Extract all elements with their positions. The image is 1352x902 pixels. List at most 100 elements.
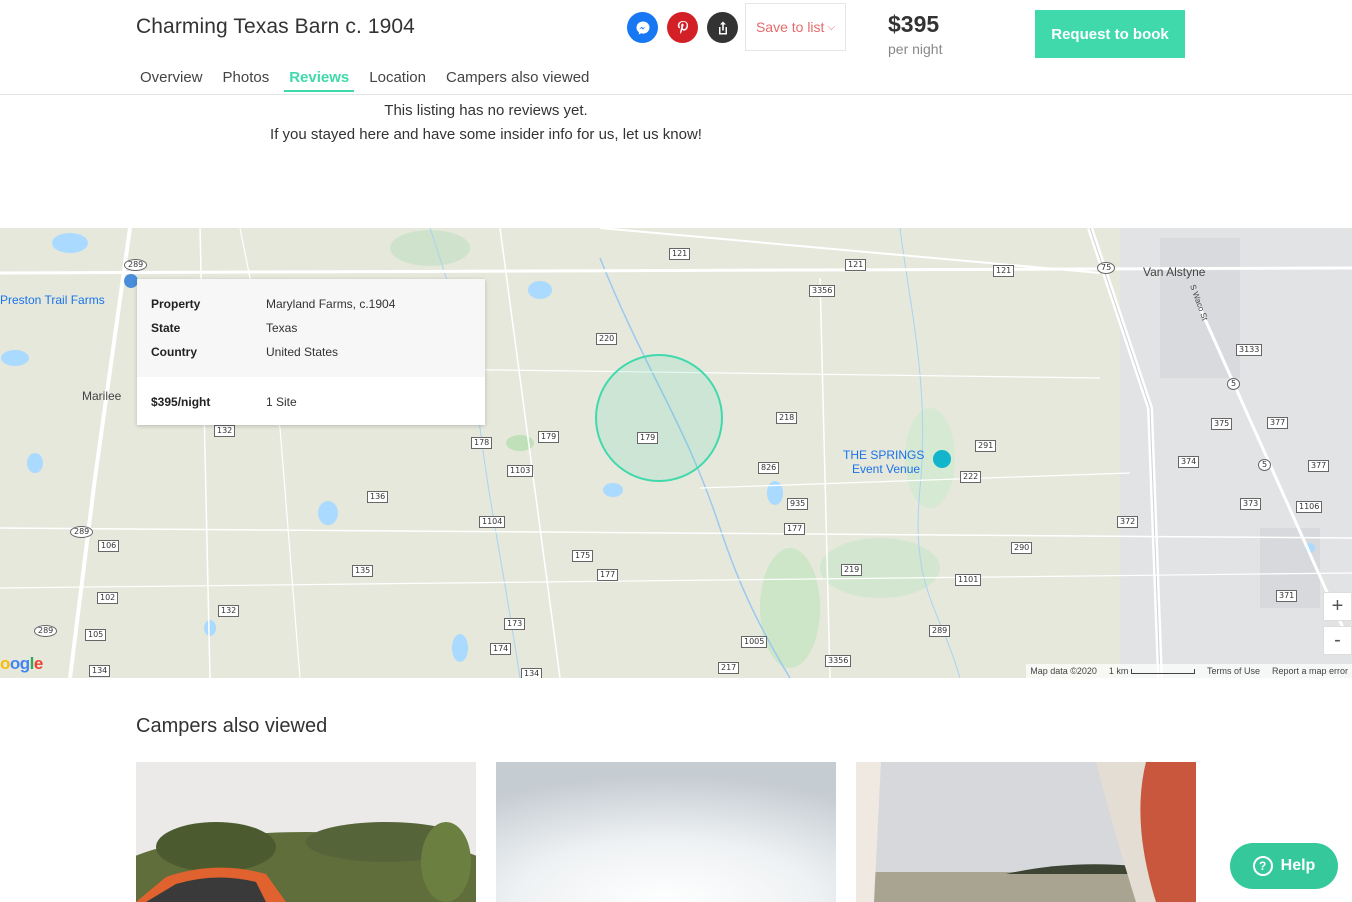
save-to-list-button[interactable]: Save to list ⌵ bbox=[745, 3, 846, 51]
pinterest-share-button[interactable] bbox=[667, 12, 698, 43]
request-to-book-button[interactable]: Request to book bbox=[1035, 10, 1185, 58]
no-reviews-message: This listing has no reviews yet. bbox=[384, 102, 588, 119]
price-unit: per night bbox=[888, 41, 943, 57]
route-shield: 375 bbox=[1211, 418, 1233, 430]
pinterest-icon bbox=[677, 20, 688, 34]
listing-photo bbox=[496, 762, 836, 902]
insider-info-prompt[interactable]: If you stayed here and have some insider… bbox=[0, 126, 972, 143]
route-shield: 290 bbox=[1011, 542, 1033, 554]
help-button[interactable]: ? Help bbox=[1230, 843, 1338, 889]
route-shield: 1106 bbox=[1296, 501, 1323, 513]
map-label-preston-trail-farms: Preston Trail Farms bbox=[0, 293, 105, 307]
popup-country-value: United States bbox=[266, 345, 339, 359]
map-terms-link[interactable]: Terms of Use bbox=[1207, 666, 1260, 676]
route-shield: 102 bbox=[97, 592, 119, 604]
route-shield: 5 bbox=[1227, 378, 1241, 390]
map-label-the-springs: THE SPRINGS bbox=[843, 448, 925, 462]
route-shield: 136 bbox=[367, 491, 389, 503]
popup-country-label: Country bbox=[151, 345, 197, 359]
map-data-credit: Map data ©2020 bbox=[1030, 666, 1097, 676]
campers-also-viewed-heading: Campers also viewed bbox=[136, 715, 328, 737]
popup-price-label: $395/night bbox=[151, 395, 211, 409]
nightly-price: $395 bbox=[888, 11, 940, 37]
route-shield: 132 bbox=[218, 605, 240, 617]
location-map[interactable]: Preston Trail Farms Marilee Van Alstyne … bbox=[0, 228, 1352, 678]
tab-overview[interactable]: Overview bbox=[140, 69, 203, 92]
route-shield: 105 bbox=[85, 629, 107, 641]
route-shield: 135 bbox=[352, 565, 374, 577]
route-shield: 1104 bbox=[479, 516, 506, 528]
popup-price-row: $395/night 1 Site bbox=[151, 395, 297, 409]
route-shield: 3356 bbox=[809, 285, 836, 297]
map-report-error-link[interactable]: Report a map error bbox=[1272, 666, 1348, 676]
route-shield: 178 bbox=[471, 437, 493, 449]
route-shield: 121 bbox=[669, 248, 691, 260]
route-shield: 1101 bbox=[955, 574, 982, 586]
scale-bar-icon bbox=[1130, 669, 1195, 675]
route-shield: 1103 bbox=[507, 465, 534, 477]
help-question-icon: ? bbox=[1252, 856, 1273, 876]
help-label: Help bbox=[1280, 857, 1316, 874]
popup-property-value: Maryland Farms, c.1904 bbox=[266, 297, 396, 311]
route-shield: 5 bbox=[1258, 459, 1272, 471]
route-shield: 374 bbox=[1178, 456, 1200, 468]
route-shield: 373 bbox=[1240, 498, 1262, 510]
route-shield: 222 bbox=[960, 471, 982, 483]
route-shield: 372 bbox=[1117, 516, 1139, 528]
upload-share-icon bbox=[718, 21, 727, 34]
route-shield: 291 bbox=[975, 440, 997, 452]
related-listing-card[interactable] bbox=[136, 762, 476, 902]
route-shield: 132 bbox=[214, 425, 236, 437]
save-to-list-label: Save to list bbox=[755, 19, 825, 35]
listing-header: Charming Texas Barn c. 1904 Save to list… bbox=[0, 0, 1352, 95]
related-listing-card[interactable] bbox=[856, 762, 1196, 902]
route-shield: 179 bbox=[637, 432, 659, 444]
route-shield: 175 bbox=[572, 550, 594, 562]
route-shield: 377 bbox=[1267, 417, 1289, 429]
popup-property-row: Property Maryland Farms, c.1904 bbox=[151, 297, 395, 311]
popup-sites-value: 1 Site bbox=[266, 395, 297, 409]
route-shield: 935 bbox=[787, 498, 809, 510]
route-shield: 179 bbox=[538, 431, 560, 443]
route-shield: 289 bbox=[929, 625, 951, 637]
listing-info-popup: Property Maryland Farms, c.1904 State Te… bbox=[137, 279, 485, 425]
route-shield: 173 bbox=[504, 618, 526, 630]
messenger-share-button[interactable] bbox=[627, 12, 658, 43]
share-button[interactable] bbox=[707, 12, 738, 43]
map-zoom-out-button[interactable]: - bbox=[1323, 626, 1352, 655]
popup-state-row: State Texas bbox=[151, 321, 297, 335]
tab-photos[interactable]: Photos bbox=[223, 69, 270, 92]
route-shield: 75 bbox=[1097, 262, 1116, 274]
popup-state-label: State bbox=[151, 321, 181, 335]
route-shield: 177 bbox=[784, 523, 806, 535]
tab-reviews[interactable]: Reviews bbox=[284, 69, 355, 92]
messenger-icon bbox=[636, 21, 649, 34]
route-shield: 377 bbox=[1308, 460, 1330, 472]
route-shield: 134 bbox=[521, 668, 543, 678]
tab-campers-also-viewed[interactable]: Campers also viewed bbox=[446, 69, 589, 92]
route-shield: 3356 bbox=[825, 655, 852, 667]
popup-country-row: Country United States bbox=[151, 345, 338, 359]
popup-pricing-section: $395/night 1 Site bbox=[137, 377, 485, 425]
chevron-down-icon: ⌵ bbox=[827, 21, 836, 33]
map-label-event-venue: Event Venue bbox=[852, 462, 921, 476]
popup-property-label: Property bbox=[151, 297, 201, 311]
route-shield: 219 bbox=[841, 564, 863, 576]
map-scale-label[interactable]: 1 km bbox=[1109, 666, 1195, 676]
related-listing-card[interactable] bbox=[496, 762, 836, 902]
route-shield: 177 bbox=[597, 569, 619, 581]
route-shield: 121 bbox=[993, 265, 1015, 277]
map-attribution-bar: Map data ©2020 1 km Terms of Use Report … bbox=[1026, 664, 1352, 678]
map-zoom-in-button[interactable]: + bbox=[1323, 592, 1352, 621]
map-label-van-alstyne: Van Alstyne bbox=[1143, 265, 1206, 279]
route-shield: 121 bbox=[845, 259, 867, 271]
listing-photo bbox=[136, 762, 476, 902]
tab-location[interactable]: Location bbox=[369, 69, 426, 92]
route-shield: 371 bbox=[1276, 590, 1298, 602]
route-shield: 217 bbox=[718, 662, 740, 674]
google-logo[interactable]: oogle bbox=[0, 654, 43, 674]
route-shield: 218 bbox=[776, 412, 798, 424]
popup-state-value: Texas bbox=[266, 321, 298, 335]
route-shield: 134 bbox=[89, 665, 111, 677]
route-shield: 174 bbox=[490, 643, 512, 655]
